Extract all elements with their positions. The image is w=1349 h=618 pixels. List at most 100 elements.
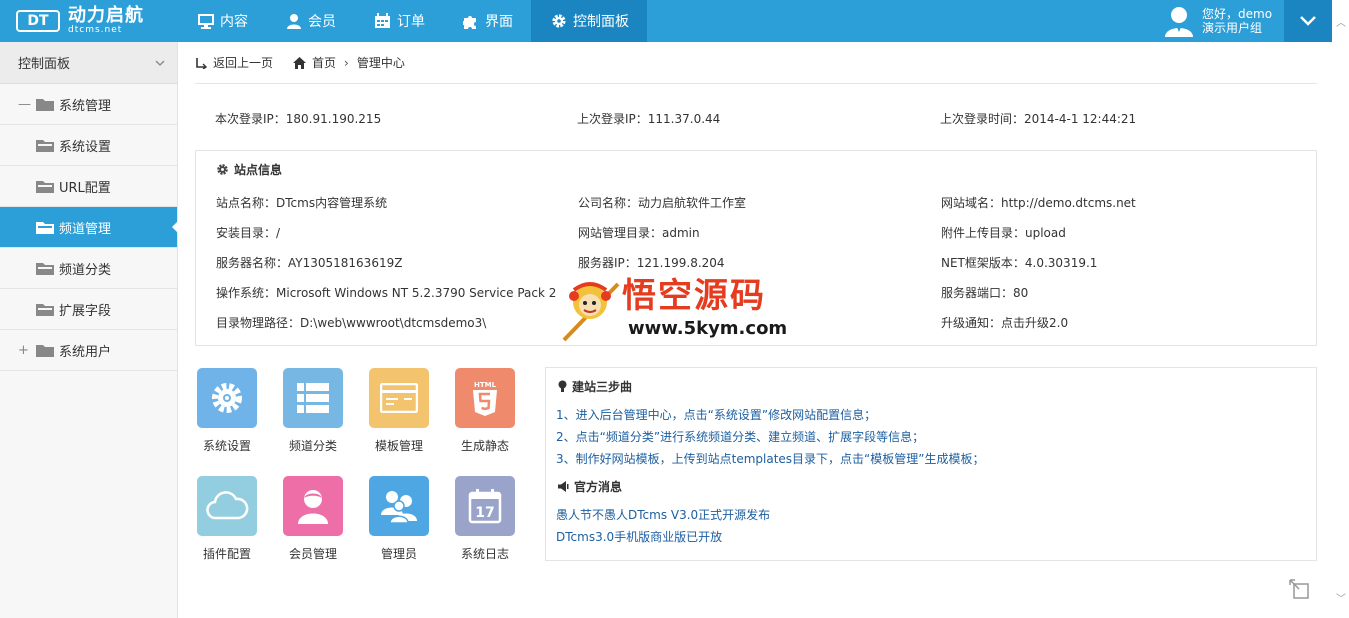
- app-system-settings[interactable]: 系统设置: [195, 368, 259, 454]
- top-header: DT 动力启航 dtcms.net 内容 会员 订单 界面 控制面板 您好，de…: [0, 0, 1332, 42]
- sidebar-item-extend-fields[interactable]: 扩展字段: [0, 289, 177, 330]
- upgrade-notice[interactable]: 升级通知：点击升级2.0: [941, 314, 1068, 331]
- user-group: 演示用户组: [1202, 21, 1263, 35]
- sidebar-item-system-users[interactable]: + 系统用户: [0, 330, 177, 371]
- app-system-log[interactable]: 17 系统日志: [453, 476, 517, 562]
- logo[interactable]: DT 动力启航 dtcms.net: [0, 0, 178, 42]
- html5-icon: HTML: [473, 381, 497, 416]
- home-link[interactable]: 首页: [293, 54, 336, 71]
- user-info[interactable]: 您好，demo 演示用户组: [1164, 0, 1272, 42]
- list-icon: [297, 383, 329, 413]
- user-dropdown-button[interactable]: [1284, 0, 1332, 42]
- folder-open-icon: [36, 304, 54, 316]
- breadcrumb: 返回上一页 首页 › 管理中心: [195, 42, 1317, 84]
- logo-domain: dtcms.net: [68, 25, 123, 35]
- app-generate-static[interactable]: HTML 生成静态: [453, 368, 517, 454]
- steps-heading: 建站三步曲: [558, 378, 632, 395]
- nav-interface[interactable]: 界面: [443, 0, 531, 42]
- site-info-heading: 站点信息: [216, 161, 282, 178]
- back-label: 返回上一页: [213, 56, 274, 70]
- app-member-manage[interactable]: 会员管理: [281, 476, 345, 562]
- app-label: 管理员: [380, 547, 417, 561]
- app-plugin-config[interactable]: 插件配置: [195, 476, 259, 562]
- cloud-icon: [206, 491, 249, 520]
- app-label: 模板管理: [374, 439, 423, 453]
- sidebar-item-url-config[interactable]: URL配置: [0, 166, 177, 207]
- this-login-ip: 本次登录IP：180.91.190.215: [215, 112, 382, 126]
- app-label: 频道分类: [288, 439, 337, 453]
- logo-name: 动力启航: [68, 5, 144, 26]
- scroll-down-icon[interactable]: ﹀: [1336, 590, 1346, 605]
- home-label: 首页: [312, 56, 337, 70]
- app-template-manage[interactable]: 模板管理: [367, 368, 431, 454]
- home-icon: [293, 56, 307, 69]
- folder-icon: [36, 345, 54, 357]
- app-label: 系统设置: [202, 439, 251, 453]
- back-arrow-icon: [196, 57, 207, 69]
- folder-open-icon: [36, 181, 54, 193]
- sidebar-item-label: 系统用户: [59, 344, 112, 360]
- settings-icon: [212, 383, 242, 413]
- steps-title: 建站三步曲: [572, 380, 633, 394]
- site-info-title: 站点信息: [234, 163, 283, 177]
- resize-icon[interactable]: [1289, 579, 1313, 603]
- folder-open-icon: [36, 263, 54, 275]
- avatar-icon: [1165, 7, 1193, 37]
- news-link[interactable]: DTcms3.0手机版商业版已开放: [556, 528, 722, 545]
- breadcrumb-separator-icon: ›: [344, 55, 349, 70]
- user-icon: [287, 14, 301, 29]
- nav-order[interactable]: 订单: [354, 0, 443, 42]
- server-port: 服务器端口：80: [941, 286, 1029, 300]
- breadcrumb-current: 管理中心: [356, 56, 405, 70]
- net-version: NET框架版本：4.0.30319.1: [941, 256, 1098, 270]
- svg-text:HTML: HTML: [474, 381, 497, 389]
- sidebar: 控制面板 — 系统管理 系统设置 URL配置 频道管理 频道分类 扩展字段 + …: [0, 42, 178, 618]
- admins-icon: [381, 491, 417, 523]
- back-link[interactable]: 返回上一页: [195, 54, 273, 71]
- news-link[interactable]: 愚人节不愚人DTcms V3.0正式开源发布: [556, 506, 770, 523]
- chevron-down-icon: [155, 60, 165, 66]
- server-ip: 服务器IP：121.199.8.204: [578, 256, 725, 270]
- sidebar-item-label: 扩展字段: [59, 303, 112, 319]
- speaker-icon: [558, 481, 569, 492]
- svg-text:17: 17: [475, 505, 494, 521]
- order-icon: [375, 13, 390, 28]
- chevron-down-icon: [1300, 16, 1316, 26]
- app-channel-category[interactable]: 频道分类: [281, 368, 345, 454]
- news-heading: 官方消息: [558, 478, 622, 495]
- nav-control-panel[interactable]: 控制面板: [531, 0, 647, 42]
- expand-icon[interactable]: +: [18, 343, 29, 358]
- physical-path: 目录物理路径：D:\web\wwwroot\dtcmsdemo3\: [216, 316, 487, 330]
- server-name: 服务器名称：AY130518163619Z: [216, 256, 403, 270]
- folder-icon: [36, 99, 54, 111]
- page-scrollbar[interactable]: ︿ ﹀: [1332, 0, 1349, 618]
- monkey-king-icon: [562, 282, 620, 342]
- sidebar-item-channel-manage[interactable]: 频道管理: [0, 207, 178, 248]
- sidebar-item-system-manage[interactable]: — 系统管理: [0, 84, 177, 125]
- sidebar-item-label: 频道分类: [59, 262, 112, 278]
- sidebar-item-channel-category[interactable]: 频道分类: [0, 248, 177, 289]
- admin-dir: 网站管理目录：admin: [578, 226, 700, 240]
- step-line: 1、进入后台管理中心，点击“系统设置”修改网站配置信息；: [556, 408, 877, 422]
- nav-member[interactable]: 会员: [266, 0, 354, 42]
- sidebar-title[interactable]: 控制面板: [0, 42, 177, 84]
- folder-open-icon: [36, 222, 54, 234]
- collapse-icon[interactable]: —: [18, 97, 31, 112]
- os-info: 操作系统：Microsoft Windows NT 5.2.3790 Servi…: [216, 286, 557, 300]
- sidebar-item-label: 系统管理: [59, 98, 112, 114]
- news-title: 官方消息: [574, 480, 623, 494]
- folder-open-icon: [36, 140, 54, 152]
- step-line: 2、点击“频道分类”进行系统频道分类、建立频道、扩展字段等信息；: [556, 430, 925, 444]
- main-nav: 内容 会员 订单 界面 控制面板: [178, 0, 647, 42]
- app-admins[interactable]: 管理员: [367, 476, 431, 562]
- app-label: 会员管理: [288, 547, 337, 561]
- calendar-icon: 17: [468, 489, 502, 524]
- watermark-url: www.5kym.com: [628, 318, 788, 339]
- nav-content[interactable]: 内容: [178, 0, 266, 42]
- nav-interface-label: 界面: [485, 14, 513, 30]
- gear-icon: [552, 14, 566, 28]
- nav-content-label: 内容: [220, 14, 248, 30]
- sidebar-item-system-settings[interactable]: 系统设置: [0, 125, 177, 166]
- puzzle-icon: [463, 16, 476, 29]
- scroll-up-icon[interactable]: ︿: [1336, 14, 1346, 29]
